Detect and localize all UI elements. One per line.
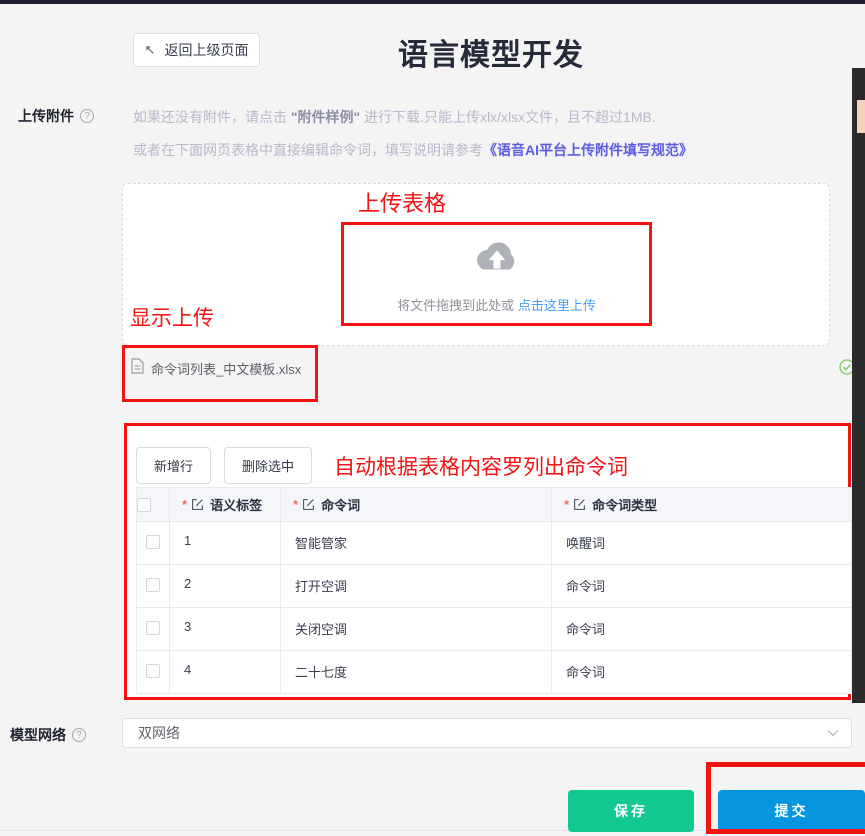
upload-cloud-icon: [472, 237, 522, 282]
row-checkbox[interactable]: [146, 578, 160, 592]
header-label: 命令词类型: [592, 495, 657, 514]
header-command-word: * 命令词: [281, 488, 552, 522]
cell-semantic-tag[interactable]: 2: [170, 565, 281, 608]
table-toolbar: 新增行 删除选中 自动根据表格内容罗列出命令词: [136, 447, 628, 484]
cell-command-type[interactable]: 唤醒词: [552, 522, 852, 565]
uploaded-file-name: 命令词列表_中文模板.xlsx: [151, 359, 301, 378]
cell-semantic-tag[interactable]: 4: [170, 651, 281, 694]
click-to-upload-link[interactable]: 点击这里上传: [518, 298, 596, 313]
table-row: 4 二十七度 命令词: [137, 651, 852, 694]
cell-command-word[interactable]: 打开空调: [281, 565, 552, 608]
hint2-prefix: 或者在下面网页表格中直接编辑命令词，填写说明请参考: [133, 142, 483, 158]
top-accent-bar: [0, 0, 865, 4]
hint-line-2: 或者在下面网页表格中直接编辑命令词，填写说明请参考《语音AI平台上传附件填写规范…: [133, 134, 693, 167]
annotation-show-upload: 显示上传: [130, 302, 214, 332]
help-mark: ?: [84, 111, 90, 122]
command-words-table: * 语义标签 * 命令词 * 命令词类型 1 智能管家 唤醒词 2 打开空调: [136, 487, 852, 694]
model-network-label-text: 模型网络: [10, 725, 66, 745]
cell-command-word[interactable]: 关闭空调: [281, 608, 552, 651]
add-row-button[interactable]: 新增行: [136, 447, 211, 484]
cell-semantic-tag[interactable]: 1: [170, 522, 281, 565]
model-network-select[interactable]: 双网络: [122, 718, 852, 748]
header-command-type: * 命令词类型: [552, 488, 852, 522]
annotation-rect-submit: [706, 762, 865, 834]
hint1-suffix: 进行下载.只能上传xlx/xlsx文件，且不超过1MB.: [360, 109, 656, 125]
drop-hint-text: 将文件拖拽到此处或: [397, 298, 514, 313]
table-row: 3 关闭空调 命令词: [137, 608, 852, 651]
upload-dropzone[interactable]: 将文件拖拽到此处或 点击这里上传: [344, 225, 649, 323]
uploaded-file-item[interactable]: 命令词列表_中文模板.xlsx: [131, 358, 301, 379]
edit-icon: [573, 498, 586, 511]
model-network-value: 双网络: [123, 723, 827, 743]
select-all-checkbox[interactable]: [137, 498, 151, 512]
annotation-auto-list: 自动根据表格内容罗列出命令词: [334, 451, 628, 481]
back-button[interactable]: ↖ 返回上级页面: [133, 33, 260, 67]
edit-icon: [191, 498, 204, 511]
annotation-rect-table: 新增行 删除选中 自动根据表格内容罗列出命令词 * 语义标签 * 命令词 * 命令词类…: [124, 423, 851, 700]
spec-doc-link[interactable]: 《语音AI平台上传附件填写规范》: [483, 142, 693, 158]
right-edge-panel: [852, 68, 865, 703]
help-mark: ?: [76, 730, 82, 741]
help-icon[interactable]: ?: [80, 109, 94, 123]
row-checkbox[interactable]: [146, 621, 160, 635]
right-edge-swatch: [857, 100, 865, 133]
cell-semantic-tag[interactable]: 3: [170, 608, 281, 651]
table-row: 2 打开空调 命令词: [137, 565, 852, 608]
select-all-cell: [137, 488, 170, 522]
delete-selected-button[interactable]: 删除选中: [224, 447, 312, 484]
required-mark: *: [293, 497, 298, 512]
row-select-cell: [137, 522, 170, 565]
cell-command-word[interactable]: 二十七度: [281, 651, 552, 694]
row-checkbox[interactable]: [146, 664, 160, 678]
hint-line-1: 如果还没有附件，请点击 "附件样例" 进行下载.只能上传xlx/xlsx文件，且…: [133, 101, 693, 134]
model-network-label: 模型网络 ?: [10, 725, 86, 745]
drop-hint: 将文件拖拽到此处或 点击这里上传: [397, 295, 596, 314]
annotation-rect-upload: 将文件拖拽到此处或 点击这里上传: [341, 222, 652, 326]
document-icon: [131, 358, 144, 379]
header-label: 命令词: [321, 495, 360, 514]
chevron-down-icon: [827, 729, 839, 737]
table-row: 1 智能管家 唤醒词: [137, 522, 852, 565]
upload-attachment-label: 上传附件 ?: [18, 106, 94, 126]
page-title: 语言模型开发: [398, 30, 584, 74]
upload-hints: 如果还没有附件，请点击 "附件样例" 进行下载.只能上传xlx/xlsx文件，且…: [133, 101, 693, 167]
back-button-label: 返回上级页面: [164, 40, 248, 60]
row-select-cell: [137, 565, 170, 608]
cell-command-type[interactable]: 命令词: [552, 651, 852, 694]
annotation-upload-table: 上传表格: [358, 186, 446, 218]
hint1-sample-link[interactable]: "附件样例": [291, 109, 360, 125]
edit-icon: [302, 498, 315, 511]
header-label: 语义标签: [210, 495, 262, 514]
row-select-cell: [137, 651, 170, 694]
header-semantic-tag: * 语义标签: [170, 488, 281, 522]
cell-command-type[interactable]: 命令词: [552, 608, 852, 651]
help-icon[interactable]: ?: [72, 728, 86, 742]
cell-command-word[interactable]: 智能管家: [281, 522, 552, 565]
row-checkbox[interactable]: [146, 535, 160, 549]
row-select-cell: [137, 608, 170, 651]
table-header-row: * 语义标签 * 命令词 * 命令词类型: [137, 488, 852, 522]
required-mark: *: [564, 497, 569, 512]
hint1-prefix: 如果还没有附件，请点击: [133, 109, 291, 125]
upload-attachment-label-text: 上传附件: [18, 106, 74, 126]
cell-command-type[interactable]: 命令词: [552, 565, 852, 608]
back-arrow-icon: ↖: [145, 42, 156, 58]
save-button[interactable]: 保存: [568, 790, 694, 832]
required-mark: *: [182, 497, 187, 512]
